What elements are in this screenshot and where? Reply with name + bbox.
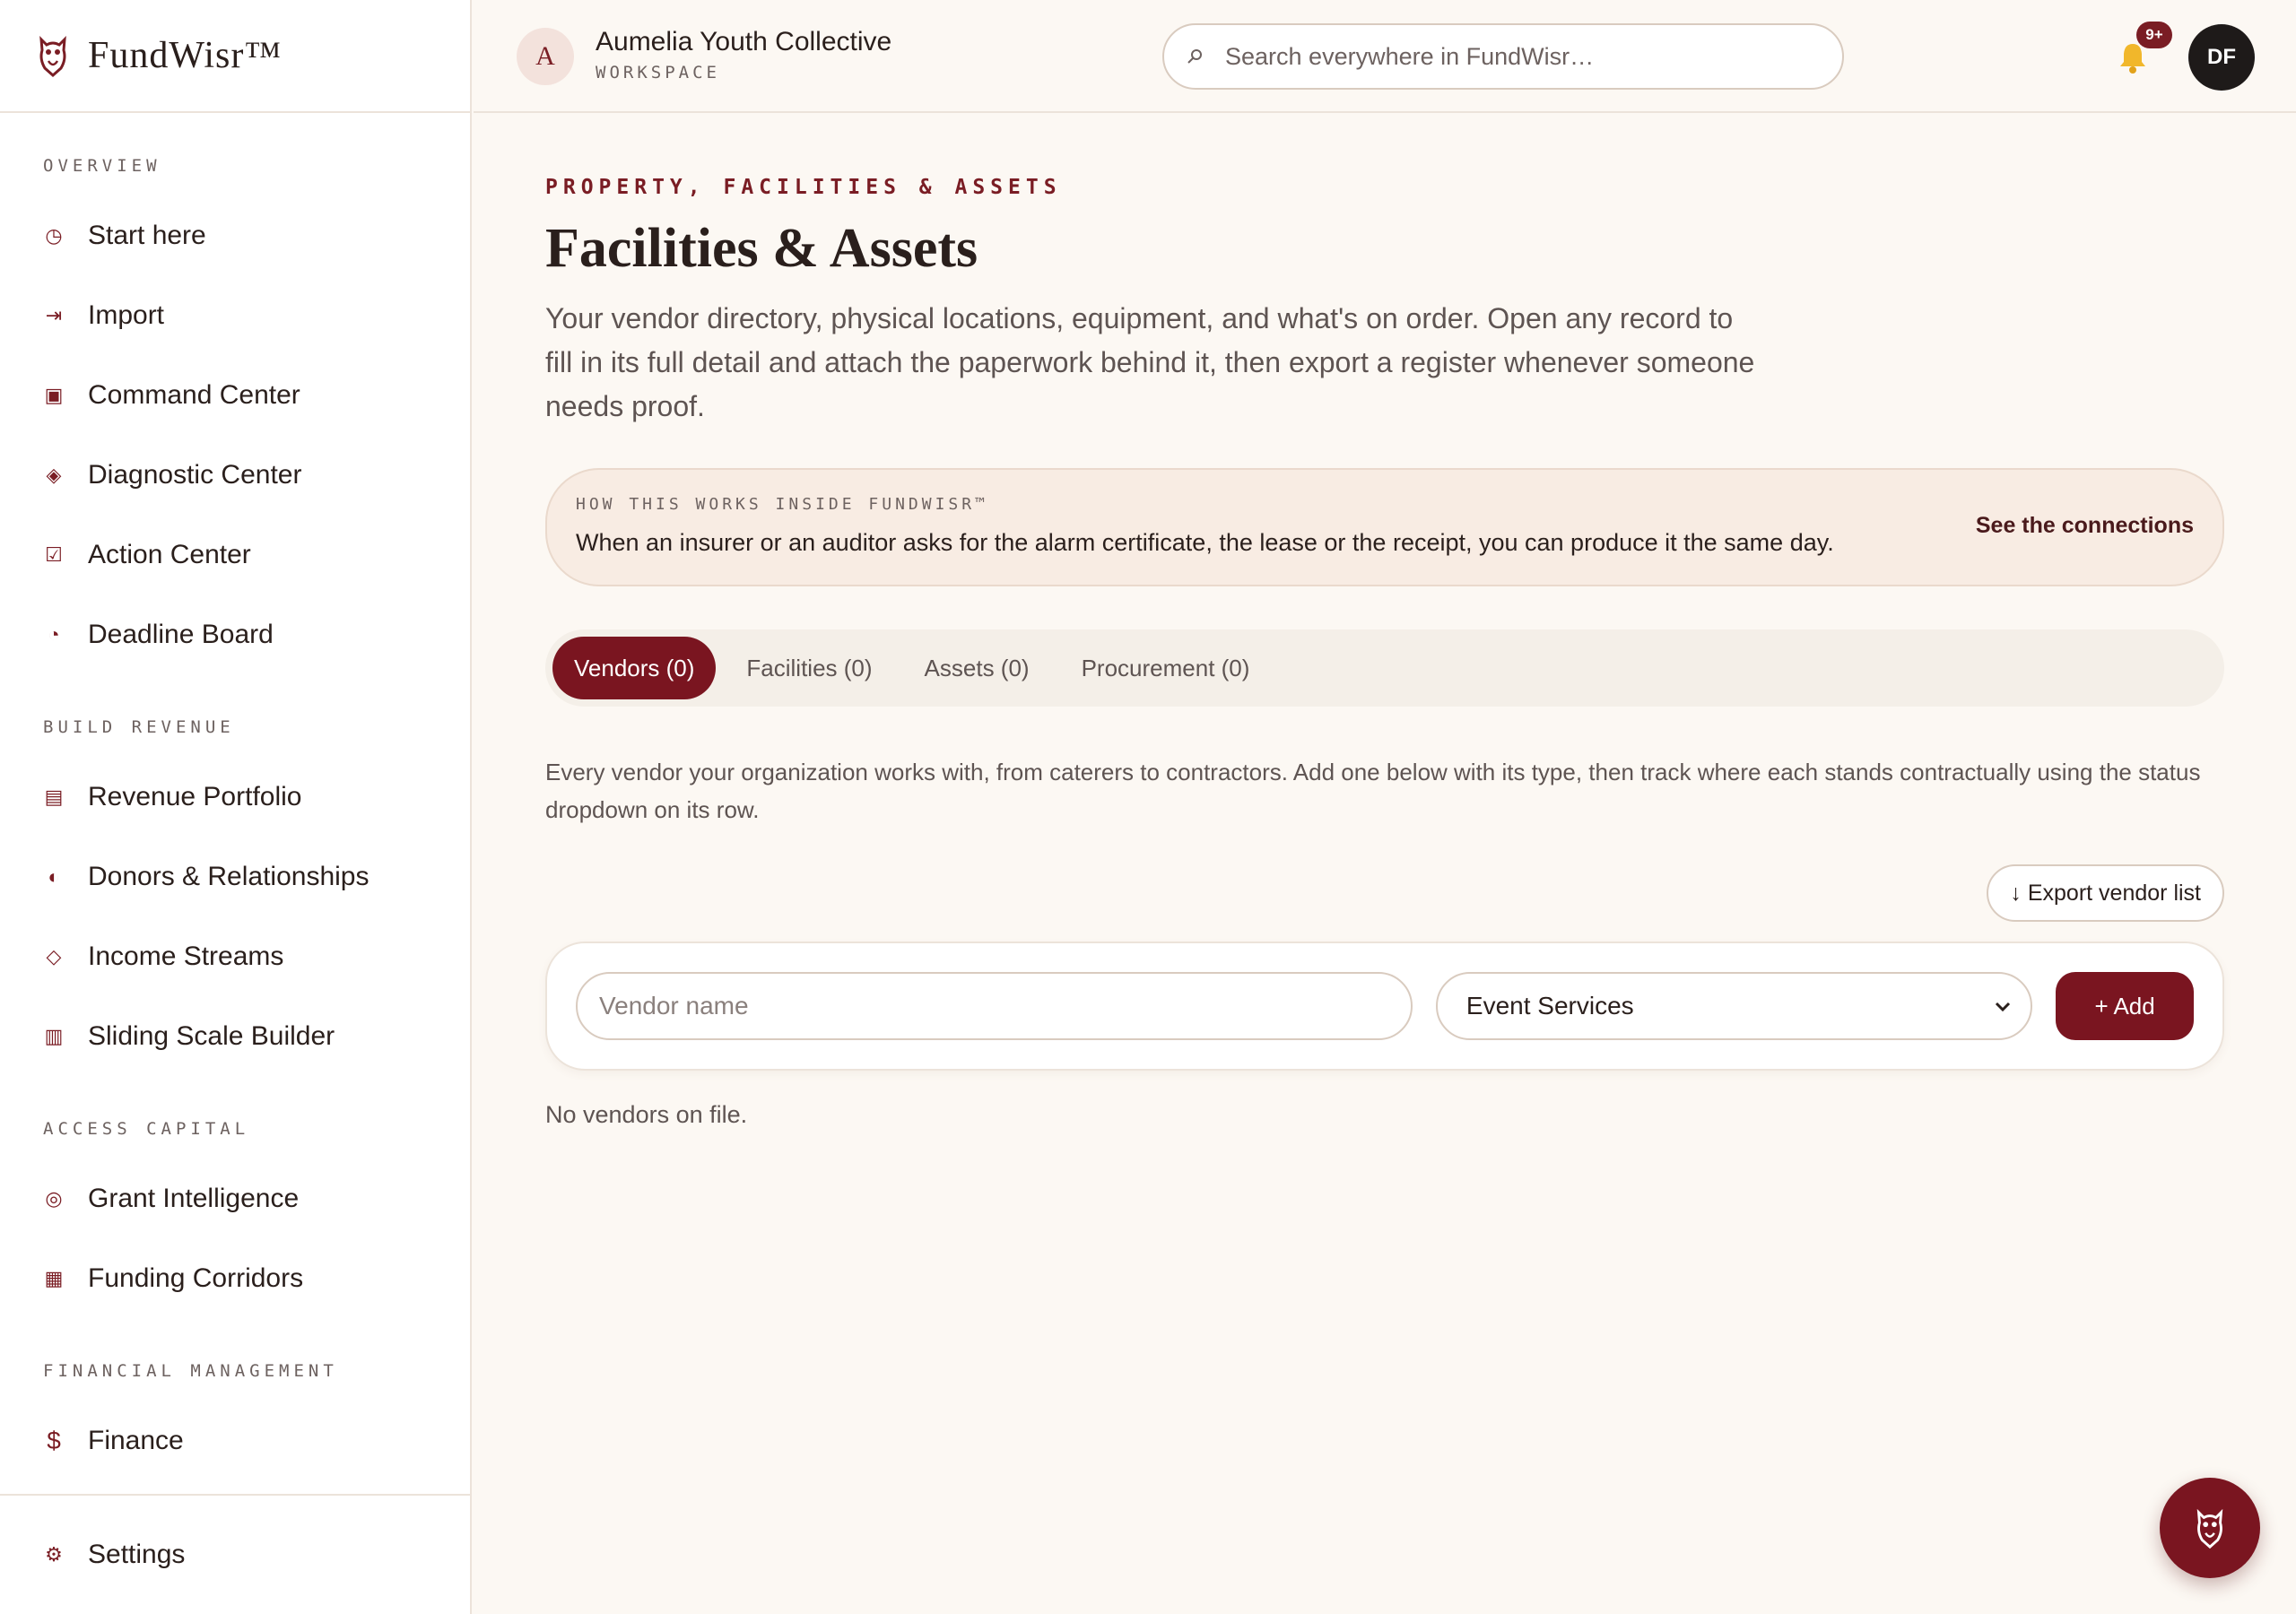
sidebar-item-label: Settings	[88, 1540, 186, 1569]
topbar: A Aumelia Youth Collective WORKSPACE 9+ …	[474, 0, 2296, 113]
add-vendor-form: Event Services + Add	[545, 941, 2224, 1071]
add-vendor-button[interactable]: + Add	[2056, 972, 2194, 1040]
sidebar-item-finance[interactable]: $ Finance	[0, 1401, 470, 1480]
sidebar-footer: ⚙ Settings	[0, 1494, 470, 1614]
sidebar-item-income-streams[interactable]: ◇ Income Streams	[0, 916, 470, 996]
sidebar-section-overview: OVERVIEW ◷ Start here ⇥ Import ▣ Command…	[0, 156, 470, 674]
info-card: HOW THIS WORKS INSIDE FUNDWISR™ When an …	[545, 468, 2224, 586]
info-text: When an insurer or an auditor asks for t…	[576, 529, 1834, 556]
page-title: Facilities & Assets	[545, 218, 978, 279]
export-vendor-list-button[interactable]: ↓ Export vendor list	[1987, 864, 2224, 922]
sidebar-item-settings[interactable]: ⚙ Settings	[0, 1515, 185, 1595]
sidebar-item-label: Donors & Relationships	[88, 861, 370, 891]
columns-icon: ▥	[44, 1024, 64, 1047]
workspace-name[interactable]: Aumelia Youth Collective	[596, 27, 891, 57]
sidebar-item-label: Import	[88, 299, 165, 330]
tab-vendors[interactable]: Vendors (0)	[552, 637, 717, 699]
brand[interactable]: FundWisr™	[0, 0, 470, 113]
sidebar-section-access-capital: ACCESS CAPITAL ◎ Grant Intelligence ▦ Fu…	[0, 1119, 470, 1318]
page-intro: Your vendor directory, physical location…	[545, 302, 1755, 422]
global-search[interactable]	[1162, 23, 1844, 90]
info-eyebrow: HOW THIS WORKS INSIDE FUNDWISR™	[576, 495, 988, 514]
sidebar: FundWisr™ OVERVIEW ◷ Start here ⇥ Import…	[0, 0, 472, 1614]
owl-assistant-icon	[2196, 1508, 2223, 1549]
checkbox-icon: ☑	[45, 542, 63, 566]
search-icon	[1187, 49, 1202, 64]
sidebar-item-sliding-scale-builder[interactable]: ▥ Sliding Scale Builder	[0, 996, 470, 1076]
sidebar-item-grant-intelligence[interactable]: ◎ Grant Intelligence	[0, 1158, 470, 1238]
see-connections-link[interactable]: See the connections	[1976, 513, 2194, 539]
dollar-icon: $	[47, 1426, 61, 1454]
sidebar-item-deadline-board[interactable]: ◔ Deadline Board	[0, 594, 470, 674]
sidebar-item-label: Revenue Portfolio	[88, 781, 302, 811]
workspace-subtitle: WORKSPACE	[596, 63, 720, 82]
vendor-type-select[interactable]: Event Services	[1435, 972, 2033, 1040]
sidebar-item-label: Funding Corridors	[88, 1263, 304, 1293]
sidebar-item-revenue-portfolio[interactable]: ▤ Revenue Portfolio	[0, 757, 470, 837]
brand-name: FundWisr™	[88, 35, 283, 76]
sidebar-item-command-center[interactable]: ▣ Command Center	[0, 355, 470, 435]
sidebar-item-label: Deadline Board	[88, 619, 274, 649]
sidebar-item-label: Diagnostic Center	[88, 459, 302, 490]
search-input[interactable]	[1225, 42, 1799, 71]
sidebar-item-label: Start here	[88, 220, 206, 250]
vendor-type-value: Event Services	[1465, 992, 1634, 1020]
main-content: PROPERTY, FACILITIES & ASSETS Facilities…	[545, 113, 2224, 1129]
diamond-dot-icon: ◈	[46, 463, 62, 486]
tab-assets[interactable]: Assets (0)	[903, 637, 1051, 699]
import-arrow-icon: ⇥	[45, 303, 63, 326]
sidebar-item-label: Finance	[88, 1425, 184, 1455]
diamond-icon: ◇	[46, 944, 62, 968]
assistant-fab[interactable]	[2160, 1478, 2260, 1578]
vendor-name-input[interactable]	[576, 972, 1413, 1040]
sidebar-item-start-here[interactable]: ◷ Start here	[0, 195, 470, 275]
section-label: BUILD REVENUE	[43, 717, 235, 737]
sidebar-item-label: Action Center	[88, 539, 251, 569]
sidebar-section-financial-management: FINANCIAL MANAGEMENT $ Finance	[0, 1361, 470, 1480]
stack-icon: ▤	[44, 785, 64, 808]
tab-bar: Vendors (0) Facilities (0) Assets (0) Pr…	[545, 629, 2224, 707]
empty-state-text: No vendors on file.	[545, 1101, 748, 1128]
square-target-icon: ▣	[44, 383, 64, 406]
section-label: ACCESS CAPITAL	[43, 1119, 250, 1139]
tab-facilities[interactable]: Facilities (0)	[725, 637, 893, 699]
clock-icon: ◷	[45, 223, 63, 247]
section-label: FINANCIAL MANAGEMENT	[43, 1361, 338, 1381]
sidebar-item-diagnostic-center[interactable]: ◈ Diagnostic Center	[0, 435, 470, 515]
section-label: OVERVIEW	[43, 156, 161, 176]
sidebar-item-label: Command Center	[88, 379, 300, 410]
tab-procurement[interactable]: Procurement (0)	[1060, 637, 1272, 699]
target-icon: ◎	[45, 1186, 63, 1210]
sidebar-item-donors-relationships[interactable]: ◐ Donors & Relationships	[0, 837, 470, 916]
sidebar-item-label: Sliding Scale Builder	[88, 1020, 335, 1051]
half-circle-icon: ◐	[48, 864, 60, 888]
export-row: ↓ Export vendor list	[545, 864, 2224, 922]
sidebar-item-import[interactable]: ⇥ Import	[0, 275, 470, 355]
page-eyebrow: PROPERTY, FACILITIES & ASSETS	[545, 176, 1062, 199]
notification-badge: 9+	[2136, 22, 2172, 48]
tab-description: Every vendor your organization works wit…	[545, 759, 2201, 823]
workspace-avatar[interactable]: A	[517, 28, 574, 85]
grid-icon: ▦	[44, 1266, 64, 1289]
pie-icon: ◔	[48, 622, 60, 646]
user-avatar[interactable]: DF	[2188, 24, 2255, 91]
sidebar-item-action-center[interactable]: ☑ Action Center	[0, 515, 470, 594]
gear-icon: ⚙	[45, 1543, 63, 1566]
sidebar-item-label: Income Streams	[88, 941, 284, 971]
owl-logo-icon	[39, 36, 66, 78]
sidebar-item-label: Grant Intelligence	[88, 1183, 300, 1213]
sidebar-item-funding-corridors[interactable]: ▦ Funding Corridors	[0, 1238, 470, 1318]
chevron-down-icon	[1996, 1002, 2011, 1012]
sidebar-section-build-revenue: BUILD REVENUE ▤ Revenue Portfolio ◐ Dono…	[0, 717, 470, 1076]
